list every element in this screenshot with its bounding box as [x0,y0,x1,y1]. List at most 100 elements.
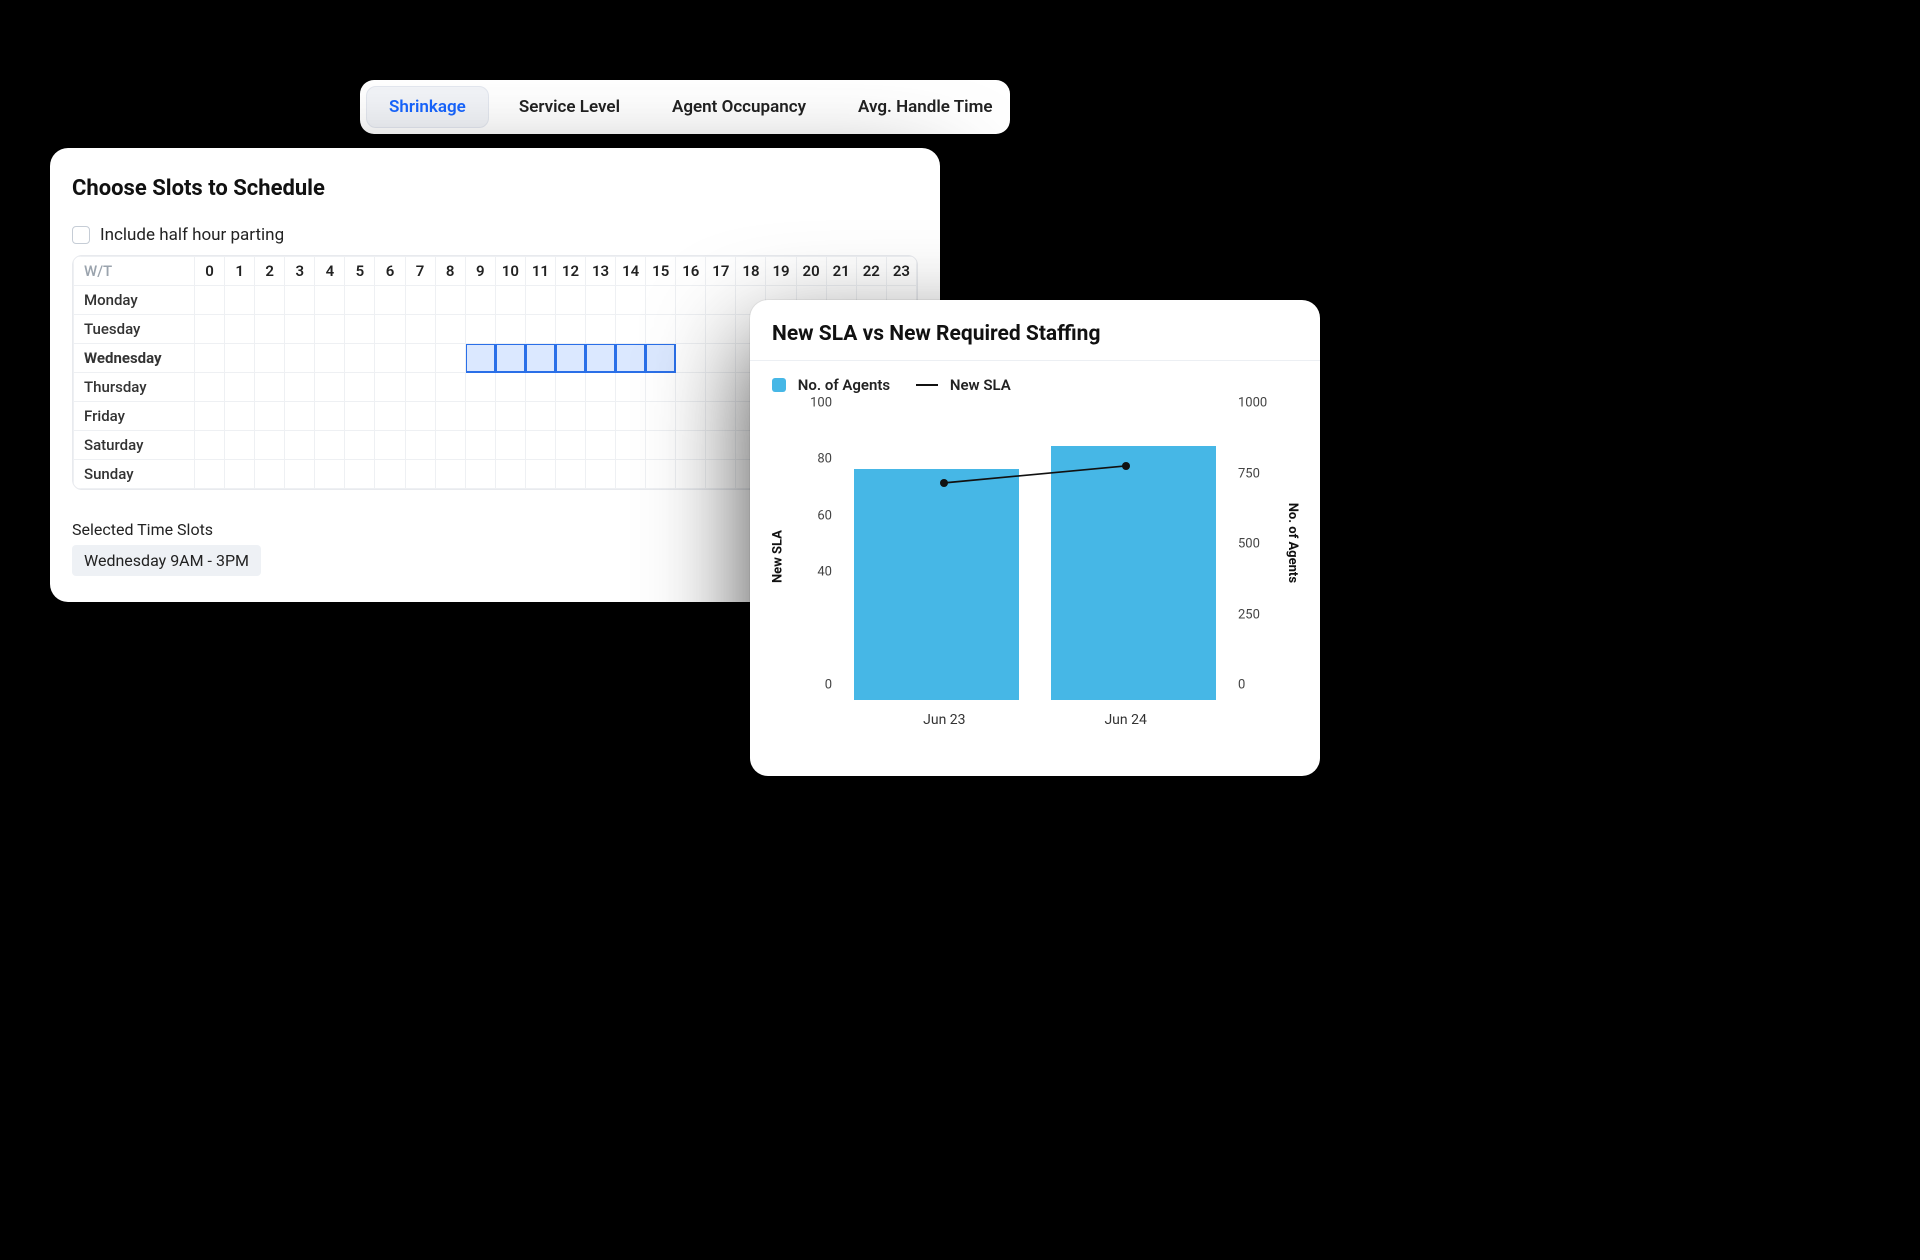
slot-cell[interactable] [405,286,435,315]
slot-cell[interactable] [405,460,435,489]
slot-cell[interactable] [706,286,736,315]
slot-cell[interactable] [616,344,646,373]
slot-cell[interactable] [586,315,616,344]
slot-cell[interactable] [195,402,225,431]
slot-cell[interactable] [706,344,736,373]
slot-cell[interactable] [375,402,405,431]
slot-cell[interactable] [195,344,225,373]
slot-cell[interactable] [555,431,585,460]
tab-agent-occupancy[interactable]: Agent Occupancy [650,87,828,127]
slot-cell[interactable] [255,344,285,373]
slot-cell[interactable] [225,402,255,431]
slot-cell[interactable] [315,431,345,460]
slot-cell[interactable] [345,373,375,402]
slot-cell[interactable] [616,460,646,489]
slot-cell[interactable] [255,315,285,344]
slot-cell[interactable] [375,286,405,315]
slot-cell[interactable] [676,460,706,489]
slot-cell[interactable] [375,315,405,344]
slot-cell[interactable] [225,344,255,373]
slot-cell[interactable] [706,315,736,344]
slot-cell[interactable] [555,373,585,402]
slot-cell[interactable] [525,402,555,431]
slot-cell[interactable] [616,286,646,315]
slot-cell[interactable] [525,286,555,315]
slot-cell[interactable] [195,460,225,489]
slot-cell[interactable] [676,373,706,402]
slot-cell[interactable] [465,431,495,460]
slot-cell[interactable] [495,315,525,344]
slot-cell[interactable] [435,373,465,402]
slot-cell[interactable] [255,402,285,431]
slot-cell[interactable] [676,402,706,431]
slot-cell[interactable] [285,402,315,431]
slot-cell[interactable] [225,286,255,315]
slot-cell[interactable] [495,402,525,431]
slot-cell[interactable] [345,344,375,373]
slot-cell[interactable] [676,315,706,344]
slot-cell[interactable] [525,431,555,460]
slot-cell[interactable] [195,431,225,460]
slot-cell[interactable] [495,286,525,315]
slot-cell[interactable] [646,373,676,402]
slot-cell[interactable] [435,431,465,460]
half-hour-checkbox-row[interactable]: Include half hour parting [72,225,918,245]
slot-cell[interactable] [345,460,375,489]
slot-cell[interactable] [345,315,375,344]
slot-cell[interactable] [616,402,646,431]
slot-cell[interactable] [255,431,285,460]
slot-cell[interactable] [285,431,315,460]
slot-cell[interactable] [616,373,646,402]
slot-cell[interactable] [495,373,525,402]
tab-shrinkage[interactable]: Shrinkage [366,86,489,128]
slot-cell[interactable] [195,315,225,344]
slot-cell[interactable] [435,344,465,373]
slot-cell[interactable] [405,402,435,431]
half-hour-checkbox[interactable] [72,226,90,244]
slot-cell[interactable] [345,286,375,315]
slot-cell[interactable] [465,402,495,431]
slot-cell[interactable] [646,315,676,344]
slot-cell[interactable] [315,373,345,402]
slot-cell[interactable] [315,344,345,373]
slot-cell[interactable] [646,286,676,315]
slot-cell[interactable] [706,373,736,402]
slot-cell[interactable] [646,431,676,460]
slot-cell[interactable] [375,460,405,489]
slot-cell[interactable] [285,344,315,373]
slot-cell[interactable] [345,431,375,460]
slot-cell[interactable] [225,431,255,460]
slot-cell[interactable] [465,460,495,489]
slot-cell[interactable] [555,286,585,315]
slot-cell[interactable] [586,460,616,489]
slot-cell[interactable] [706,402,736,431]
slot-cell[interactable] [435,286,465,315]
slot-cell[interactable] [525,460,555,489]
slot-cell[interactable] [285,373,315,402]
slot-cell[interactable] [375,431,405,460]
slot-cell[interactable] [586,286,616,315]
slot-cell[interactable] [495,460,525,489]
slot-cell[interactable] [255,286,285,315]
slot-cell[interactable] [586,431,616,460]
slot-cell[interactable] [555,460,585,489]
slot-cell[interactable] [555,315,585,344]
slot-cell[interactable] [676,286,706,315]
slot-cell[interactable] [405,315,435,344]
slot-cell[interactable] [315,402,345,431]
slot-cell[interactable] [255,460,285,489]
slot-cell[interactable] [465,315,495,344]
slot-cell[interactable] [285,460,315,489]
slot-cell[interactable] [465,286,495,315]
slot-cell[interactable] [255,373,285,402]
slot-cell[interactable] [405,373,435,402]
slot-cell[interactable] [315,315,345,344]
slot-cell[interactable] [706,431,736,460]
slot-cell[interactable] [586,344,616,373]
slot-cell[interactable] [195,286,225,315]
slot-cell[interactable] [405,431,435,460]
slot-cell[interactable] [586,373,616,402]
slot-cell[interactable] [616,315,646,344]
slot-cell[interactable] [465,373,495,402]
slot-cell[interactable] [315,460,345,489]
